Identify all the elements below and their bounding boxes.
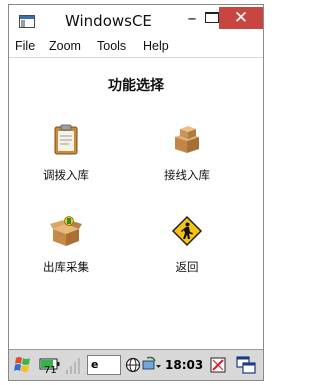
tile-label: 出库采集 (43, 260, 89, 274)
maximize-button[interactable] (205, 12, 219, 23)
menu-zoom[interactable]: Zoom (49, 39, 81, 53)
menu-tools[interactable]: Tools (97, 39, 126, 53)
clock[interactable]: 18:03 (165, 358, 203, 372)
tile-wiring-in[interactable]: 接线入库 (147, 123, 227, 193)
input-panel-box[interactable]: e (87, 355, 121, 375)
tile-label: 接线入库 (164, 168, 210, 182)
close-button[interactable]: ✕ (219, 7, 263, 29)
menu-help[interactable]: Help (143, 39, 169, 53)
taskbar: 71 e 18:03 (9, 349, 263, 380)
window-title: WindowsCE (65, 12, 152, 30)
package-icon (50, 216, 82, 246)
function-panel: 功能选择 调拨入库 接线入库 出库采集 返回 (9, 59, 263, 349)
battery-level: 71 (44, 365, 57, 376)
tile-label: 返回 (175, 260, 199, 274)
app-window: WindowsCE – ✕ File Zoom Tools Help 功能选择 … (8, 4, 264, 381)
menu-file[interactable]: File (15, 39, 35, 53)
sync-status-icon[interactable] (141, 354, 163, 376)
boxes-icon (175, 126, 199, 153)
windows-flag-icon[interactable] (13, 354, 33, 376)
app-window-icon (19, 15, 35, 28)
page-title: 功能选择 (108, 78, 164, 94)
signal-icon[interactable] (65, 354, 83, 376)
window-switch-icon[interactable] (235, 354, 257, 376)
tile-outbound-collect[interactable]: 出库采集 (26, 215, 106, 285)
clipboard-icon (54, 124, 78, 155)
menu-bar: File Zoom Tools Help (9, 37, 263, 58)
return-icon (171, 215, 203, 247)
title-bar: WindowsCE – ✕ (9, 5, 263, 37)
tile-label: 调拨入库 (43, 168, 89, 182)
network-globe-icon[interactable] (125, 354, 141, 376)
tile-transfer-in[interactable]: 调拨入库 (26, 123, 106, 193)
minimize-button[interactable]: – (178, 8, 206, 32)
notification-flag-icon[interactable] (209, 354, 229, 376)
tile-return[interactable]: 返回 (147, 215, 227, 285)
